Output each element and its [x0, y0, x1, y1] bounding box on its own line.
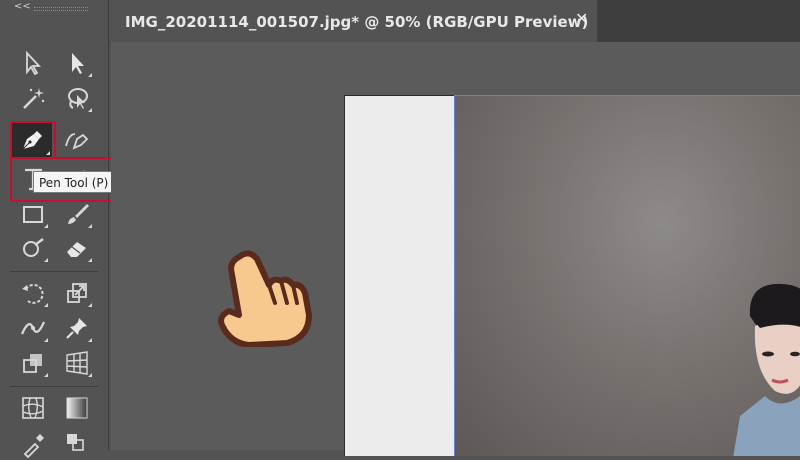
pen-tool-tooltip: Pen Tool (P) — [33, 171, 115, 193]
direct-selection-arrow-icon — [72, 53, 84, 74]
paintbrush-icon — [68, 204, 89, 224]
close-icon[interactable]: ✕ — [575, 10, 588, 28]
toolbar-divider — [10, 386, 98, 387]
person-photo — [733, 283, 800, 456]
width-icon — [20, 321, 46, 335]
width-tool[interactable] — [16, 312, 50, 344]
shaper-icon — [23, 238, 44, 257]
perspective-grid-icon — [66, 351, 88, 375]
selection-arrow-icon — [26, 50, 42, 76]
lasso-icon — [68, 88, 88, 109]
magic-wand-tool[interactable] — [16, 82, 50, 114]
placed-image[interactable] — [454, 95, 800, 456]
mesh-tool[interactable] — [16, 392, 50, 424]
eraser-icon — [67, 242, 86, 257]
shape-builder-tool[interactable] — [16, 347, 50, 379]
blend-icon — [67, 434, 84, 451]
rotate-icon — [22, 283, 44, 304]
hand-pointer-icon — [218, 250, 312, 347]
collapse-panel-button[interactable]: << — [14, 2, 31, 12]
perspective-grid-tool[interactable] — [60, 347, 94, 379]
direct-selection-tool[interactable] — [60, 47, 94, 79]
eyedropper-icon — [23, 434, 44, 458]
scale-icon — [67, 283, 87, 303]
magic-wand-icon — [23, 88, 45, 109]
lasso-tool[interactable] — [60, 82, 94, 114]
paintbrush-tool[interactable] — [60, 198, 94, 230]
pen-tool-highlight — [10, 121, 56, 159]
eyedropper-tool[interactable] — [16, 428, 50, 460]
shaper-tool[interactable] — [16, 232, 50, 264]
rotate-tool[interactable] — [16, 277, 50, 309]
scale-tool[interactable] — [60, 277, 94, 309]
pushpin-icon — [66, 318, 87, 339]
rectangle-tool[interactable] — [16, 198, 50, 230]
shape-builder-icon — [23, 354, 42, 373]
document-tab[interactable]: IMG_20201114_001507.jpg* @ 50% (RGB/GPU … — [111, 0, 597, 42]
document-tab-title[interactable]: IMG_20201114_001507.jpg* @ 50% (RGB/GPU … — [125, 0, 588, 42]
rectangle-icon — [23, 206, 43, 223]
tools-panel: << Pen Tool (P) — [0, 0, 130, 458]
document-canvas[interactable] — [111, 42, 800, 456]
blend-tool[interactable] — [60, 428, 94, 460]
mesh-icon — [22, 397, 44, 419]
eraser-tool[interactable] — [60, 232, 94, 264]
artboard[interactable] — [344, 95, 456, 456]
curvature-tool[interactable] — [60, 124, 94, 156]
gradient-icon — [66, 397, 88, 419]
curvature-pen-icon — [65, 133, 89, 150]
document-tab-bar: IMG_20201114_001507.jpg* @ 50% (RGB/GPU … — [111, 0, 800, 42]
gradient-tool[interactable] — [60, 392, 94, 424]
toolbar-divider — [10, 271, 98, 272]
panel-grip[interactable] — [34, 7, 88, 11]
puppet-warp-tool[interactable] — [60, 312, 94, 344]
selection-tool[interactable] — [16, 47, 50, 79]
